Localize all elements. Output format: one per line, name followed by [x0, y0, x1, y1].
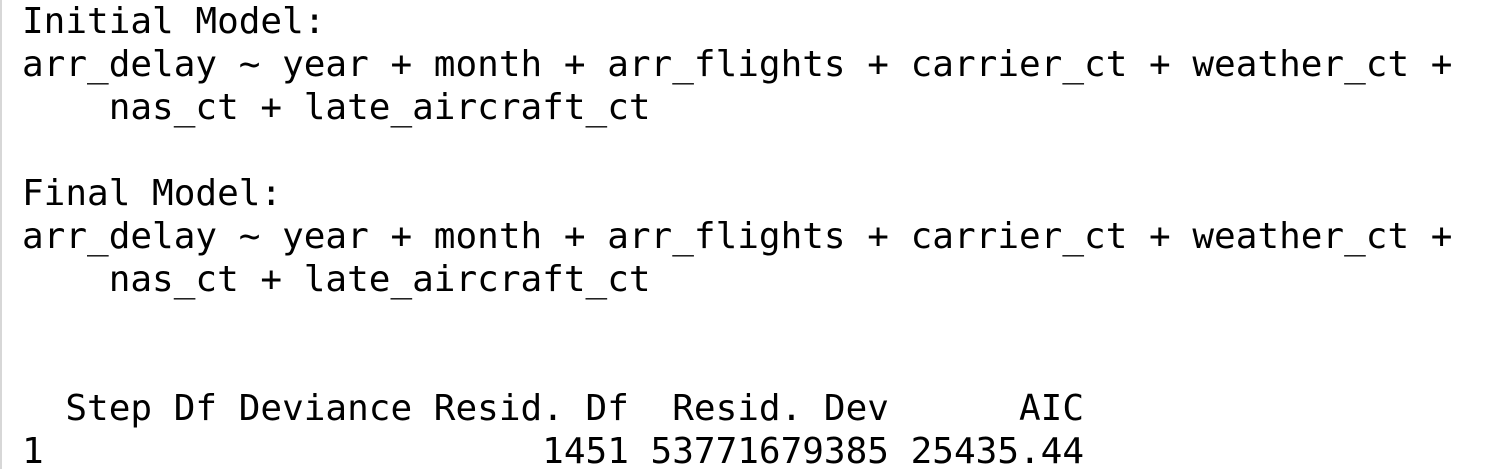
final-model-formula-line-2: nas_ct + late_aircraft_ct	[22, 259, 651, 300]
final-model-heading: Final Model:	[22, 173, 283, 214]
initial-model-formula-line-2: nas_ct + late_aircraft_ct	[22, 87, 651, 128]
anova-table-header: Step Df Deviance Resid. Df Resid. Dev AI…	[22, 388, 1085, 429]
initial-model-heading: Initial Model:	[22, 1, 326, 42]
r-console-output: Initial Model: arr_delay ~ year + month …	[0, 0, 1502, 472]
initial-model-formula-line-1: arr_delay ~ year + month + arr_flights +…	[22, 44, 1453, 85]
final-model-formula-line-1: arr_delay ~ year + month + arr_flights +…	[22, 216, 1453, 257]
anova-table-row: 1 1451 53771679385 25435.44	[22, 431, 1085, 472]
